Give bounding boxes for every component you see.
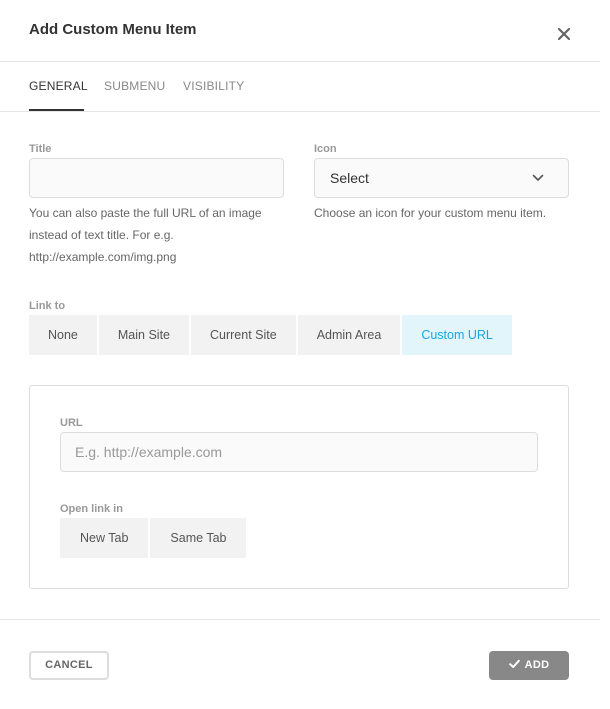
tab-submenu[interactable]: SUBMENU [104, 79, 165, 111]
close-icon [557, 27, 571, 41]
title-help-line: instead of text title. For e.g. [29, 228, 174, 242]
icon-label: Icon [314, 143, 337, 155]
url-label: URL [60, 417, 83, 429]
dialog-header: Add Custom Menu Item [0, 0, 600, 62]
chevron-down-icon [532, 174, 544, 181]
open-link-same-tab[interactable]: Same Tab [150, 518, 247, 558]
open-link-options: New Tab Same Tab [60, 518, 247, 558]
link-option-custom-url[interactable]: Custom URL [402, 315, 512, 355]
link-to-label: Link to [29, 300, 66, 312]
icon-help-text: Choose an icon for your custom menu item… [314, 206, 547, 220]
link-option-current-site[interactable]: Current Site [191, 315, 296, 355]
close-button[interactable] [554, 24, 574, 44]
custom-url-panel: URL Open link in New Tab Same Tab [29, 385, 569, 589]
title-label: Title [29, 143, 52, 155]
open-link-in-label: Open link in [60, 503, 123, 515]
tab-general[interactable]: GENERAL [29, 79, 88, 111]
open-link-new-tab[interactable]: New Tab [60, 518, 149, 558]
title-help-text: You can also paste the full URL of an im… [29, 202, 299, 268]
dialog-title: Add Custom Menu Item [29, 21, 197, 38]
add-custom-menu-item-dialog: Add Custom Menu Item GENERAL SUBMENU VIS… [0, 0, 600, 708]
tab-visibility[interactable]: VISIBILITY [183, 79, 244, 111]
check-icon [508, 659, 520, 668]
cancel-button[interactable]: CANCEL [29, 651, 109, 680]
dialog-footer: CANCEL ADD [0, 619, 600, 709]
title-help-line: http://example.com/img.png [29, 250, 177, 264]
link-option-admin-area[interactable]: Admin Area [297, 315, 401, 355]
add-button-label: ADD [524, 659, 550, 671]
url-input[interactable] [60, 432, 538, 472]
icon-select[interactable]: Select [314, 158, 569, 198]
title-help-line: You can also paste the full URL of an im… [29, 206, 262, 220]
title-input[interactable] [29, 158, 284, 198]
link-option-main-site[interactable]: Main Site [98, 315, 189, 355]
tab-bar: GENERAL SUBMENU VISIBILITY [0, 62, 600, 112]
link-to-options: None Main Site Current Site Admin Area C… [29, 315, 512, 355]
link-option-none[interactable]: None [29, 315, 97, 355]
icon-select-value: Select [330, 170, 369, 186]
add-button[interactable]: ADD [489, 651, 569, 680]
